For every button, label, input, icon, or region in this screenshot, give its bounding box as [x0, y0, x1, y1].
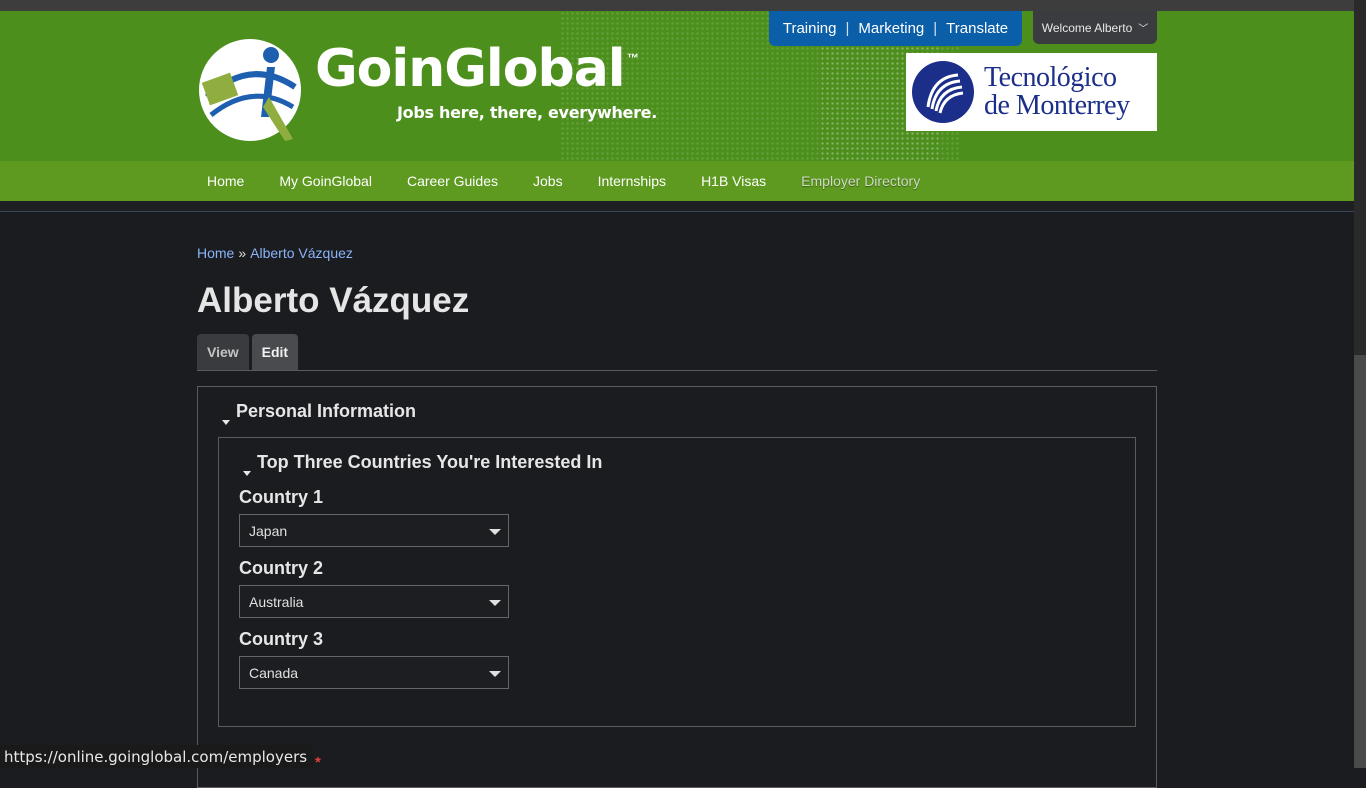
- nav-item-my-goinglobal[interactable]: My GoinGlobal: [269, 173, 372, 189]
- collapse-arrow-icon: [222, 420, 230, 425]
- personal-information-legend[interactable]: Personal Information: [222, 401, 416, 425]
- nav-item-home[interactable]: Home: [197, 173, 244, 189]
- collapse-arrow-icon: [243, 471, 251, 476]
- goinglobal-logo[interactable]: GoinGlobal ™ Jobs here, there, everywher…: [197, 37, 657, 143]
- country-2-select[interactable]: Australia: [239, 585, 509, 618]
- main-nav: Home My GoinGlobal Career Guides Jobs In…: [0, 161, 1354, 201]
- country-1-select[interactable]: Japan: [239, 514, 509, 547]
- dropdown-arrow-icon: [489, 529, 501, 535]
- tab-bar: View Edit: [197, 334, 301, 370]
- required-marker: *: [315, 754, 321, 771]
- utility-links-bar: Training | Marketing | Translate: [769, 11, 1022, 46]
- link-separator: |: [845, 20, 850, 37]
- breadcrumb-separator: »: [238, 245, 247, 261]
- brand-tagline: Jobs here, there, everywhere.: [397, 103, 658, 122]
- welcome-text: Welcome Alberto: [1041, 20, 1133, 35]
- country-3-value: Canada: [249, 664, 299, 681]
- training-link[interactable]: Training: [783, 20, 837, 37]
- brand-name: GoinGlobal: [315, 39, 626, 99]
- partner-logo-text: Tecnológico de Monterrey: [984, 64, 1130, 120]
- partner-logo: Tecnológico de Monterrey: [906, 53, 1157, 131]
- country-3-label: Country 3: [239, 629, 324, 649]
- nav-item-jobs[interactable]: Jobs: [523, 173, 563, 189]
- partner-logo-line1: Tecnológico: [984, 62, 1117, 93]
- personal-information-legend-text: Personal Information: [236, 401, 417, 421]
- link-preview-status: https://online.goinglobal.com/employers: [0, 745, 314, 768]
- tec-emblem-icon: [912, 61, 974, 123]
- globe-traveler-icon: [199, 39, 301, 141]
- page-title: Alberto Vázquez: [197, 281, 470, 320]
- user-menu-button[interactable]: Welcome Alberto ﹀: [1033, 11, 1157, 44]
- link-separator: |: [933, 20, 938, 37]
- nav-item-internships[interactable]: Internships: [588, 173, 666, 189]
- nav-item-employer-directory[interactable]: Employer Directory: [791, 173, 920, 189]
- country-3-select[interactable]: Canada: [239, 656, 509, 689]
- dropdown-arrow-icon: [489, 671, 501, 677]
- country-1-label: Country 1: [239, 487, 324, 507]
- marketing-link[interactable]: Marketing: [858, 20, 924, 37]
- nav-item-career-guides[interactable]: Career Guides: [397, 173, 498, 189]
- breadcrumb-home-link[interactable]: Home: [197, 245, 234, 261]
- breadcrumb: Home» Alberto Vázquez: [197, 245, 353, 261]
- tab-edit[interactable]: Edit: [251, 334, 299, 370]
- partner-logo-line2: de Monterrey: [984, 90, 1130, 121]
- scrollbar-thumb[interactable]: [1354, 355, 1366, 768]
- browser-top-strip: [0, 0, 1354, 11]
- country-2-value: Australia: [249, 593, 304, 610]
- breadcrumb-current-link[interactable]: Alberto Vázquez: [250, 245, 353, 261]
- country-1-value: Japan: [249, 522, 288, 539]
- nav-item-h1b-visas[interactable]: H1B Visas: [691, 173, 766, 189]
- chevron-down-icon: ﹀: [1138, 24, 1149, 35]
- trademark-symbol: ™: [627, 51, 639, 65]
- countries-legend[interactable]: Top Three Countries You're Interested In: [243, 452, 602, 476]
- dropdown-arrow-icon: [489, 600, 501, 606]
- tab-underline: [197, 370, 1157, 371]
- tab-view[interactable]: View: [197, 334, 249, 370]
- countries-legend-text: Top Three Countries You're Interested In: [257, 452, 603, 472]
- site-header: GoinGlobal ™ Jobs here, there, everywher…: [0, 11, 1354, 161]
- nav-divider: [0, 201, 1354, 212]
- translate-link[interactable]: Translate: [946, 20, 1008, 37]
- country-2-label: Country 2: [239, 558, 324, 578]
